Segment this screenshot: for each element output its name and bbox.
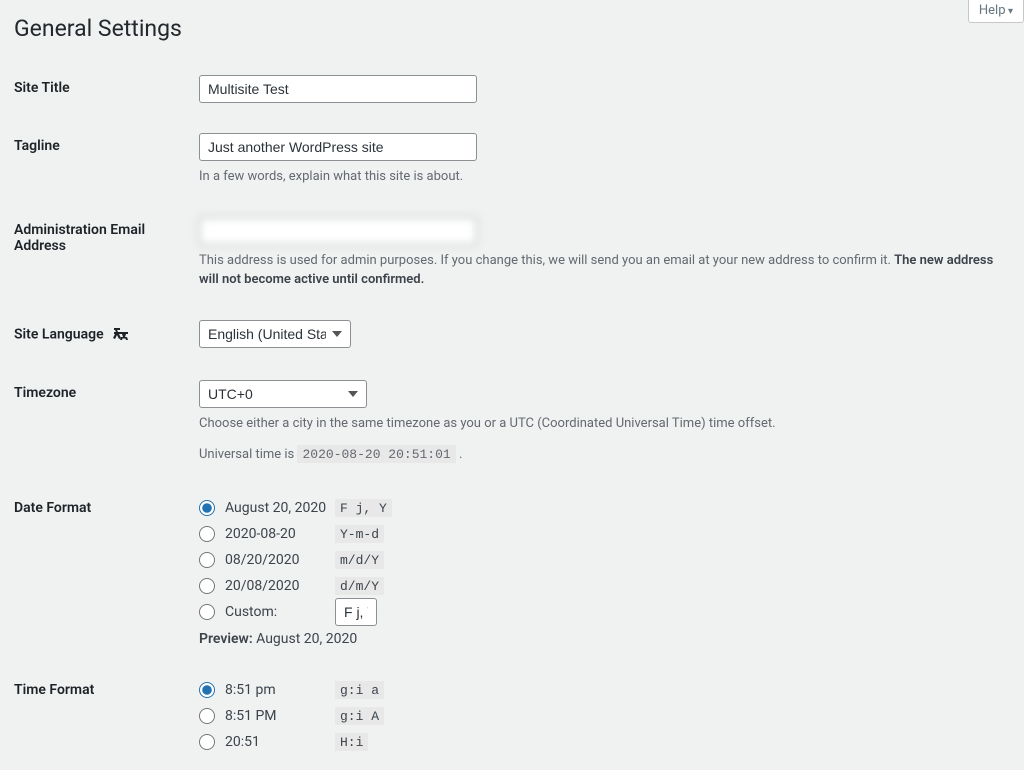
universal-time: Universal time is 2020-08-20 20:51:01 . bbox=[199, 445, 1000, 465]
timezone-select[interactable]: UTC+0 bbox=[199, 380, 367, 408]
time-format-label: Time Format bbox=[14, 662, 189, 770]
date-format-text-1: 2020-08-20 bbox=[225, 526, 335, 542]
site-title-input[interactable] bbox=[199, 75, 477, 103]
time-format-radio-0[interactable] bbox=[199, 682, 215, 698]
site-language-label: Site Language bbox=[14, 305, 189, 365]
time-format-text-2: 20:51 bbox=[225, 734, 335, 750]
date-format-label: Date Format bbox=[14, 480, 189, 662]
date-format-code-2: m/d/Y bbox=[335, 551, 384, 569]
tagline-label: Tagline bbox=[14, 118, 189, 202]
time-format-code-1: g:i A bbox=[335, 707, 384, 725]
time-format-text-1: 8:51 PM bbox=[225, 708, 335, 724]
date-format-text-2: 08/20/2020 bbox=[225, 552, 335, 568]
admin-email-desc: This address is used for admin purposes.… bbox=[199, 251, 1000, 290]
site-language-select[interactable]: English (United States) bbox=[199, 320, 351, 348]
date-format-text-3: 20/08/2020 bbox=[225, 578, 335, 594]
date-format-custom-input[interactable] bbox=[335, 598, 377, 626]
help-tab[interactable]: Help bbox=[968, 0, 1024, 23]
admin-email-label: Administration Email Address bbox=[14, 202, 189, 305]
time-format-code-0: g:i a bbox=[335, 681, 384, 699]
date-format-code-0: F j, Y bbox=[335, 499, 392, 517]
date-format-radio-2[interactable] bbox=[199, 552, 215, 568]
time-format-text-0: 8:51 pm bbox=[225, 682, 335, 698]
admin-email-input[interactable] bbox=[199, 217, 477, 245]
time-format-code-2: H:i bbox=[335, 733, 368, 751]
timezone-label: Timezone bbox=[14, 365, 189, 480]
timezone-desc: Choose either a city in the same timezon… bbox=[199, 414, 1000, 434]
time-format-radio-2[interactable] bbox=[199, 734, 215, 750]
date-format-radio-3[interactable] bbox=[199, 578, 215, 594]
date-format-code-1: Y-m-d bbox=[335, 525, 384, 543]
tagline-input[interactable] bbox=[199, 133, 477, 161]
page-title: General Settings bbox=[14, 15, 1010, 42]
date-format-radio-0[interactable] bbox=[199, 500, 215, 516]
date-format-text-0: August 20, 2020 bbox=[225, 500, 335, 516]
date-format-radio-1[interactable] bbox=[199, 526, 215, 542]
tagline-desc: In a few words, explain what this site i… bbox=[199, 167, 1000, 187]
translate-icon bbox=[111, 325, 131, 345]
date-format-radio-custom[interactable] bbox=[199, 604, 215, 620]
date-format-code-3: d/m/Y bbox=[335, 577, 384, 595]
date-format-custom-label: Custom: bbox=[225, 604, 335, 620]
time-format-radio-1[interactable] bbox=[199, 708, 215, 724]
site-title-label: Site Title bbox=[14, 60, 189, 118]
date-format-preview: Preview: August 20, 2020 bbox=[199, 631, 1000, 647]
